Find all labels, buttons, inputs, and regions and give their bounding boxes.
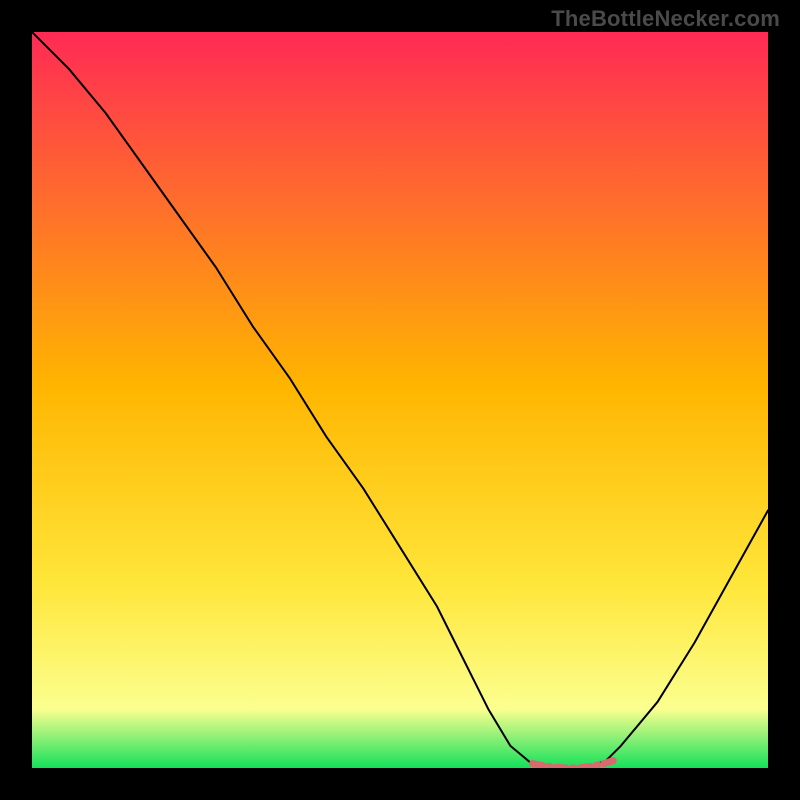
plot-area [32, 32, 768, 768]
chart-svg [32, 32, 768, 768]
chart-frame: TheBottleNecker.com [0, 0, 800, 800]
gradient-background [32, 32, 768, 768]
watermark-label: TheBottleNecker.com [551, 6, 780, 32]
